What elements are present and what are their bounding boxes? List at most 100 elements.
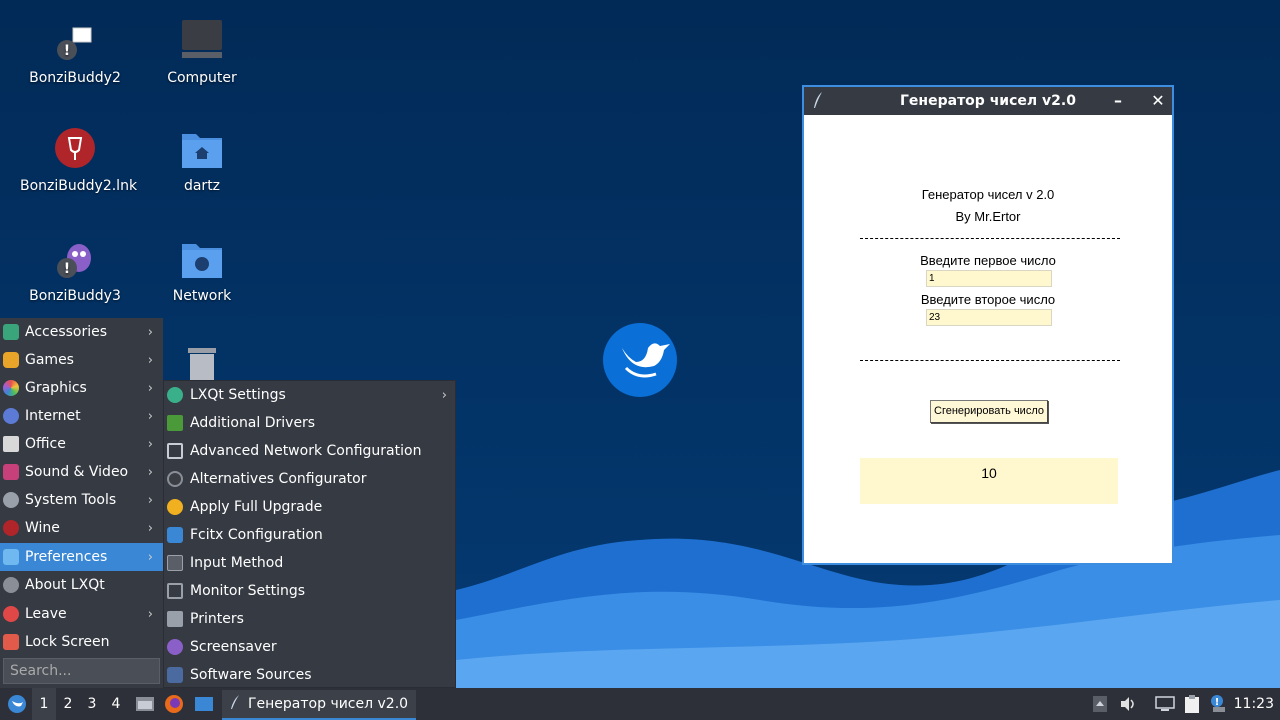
clipboard-tray-button[interactable] <box>1181 688 1203 720</box>
menu-item-games[interactable]: Games › <box>0 346 163 374</box>
update-notifier-button[interactable]: ! <box>1207 688 1229 720</box>
submenu-item-alternatives[interactable]: Alternatives Configurator <box>164 465 457 493</box>
first-number-input[interactable]: 1 <box>926 270 1052 287</box>
menu-item-sound-video[interactable]: Sound & Video › <box>0 458 163 486</box>
desktop-icon-label: dartz <box>183 178 221 194</box>
start-menu-button[interactable] <box>4 688 30 720</box>
desktop-icon <box>195 697 213 711</box>
generate-button[interactable]: Сгенерировать число <box>930 400 1048 423</box>
submenu-item-software-sources[interactable]: Software Sources <box>164 661 457 689</box>
taskbar-window-title: Генератор чисел v2.0 <box>248 696 409 712</box>
clock[interactable]: 11:23 <box>1234 688 1274 720</box>
submenu-item-apply-full-upgrade[interactable]: Apply Full Upgrade <box>164 493 457 521</box>
second-number-label: Введите второе число <box>920 292 1056 307</box>
submenu-item-label: Screensaver <box>190 639 277 655</box>
chevron-right-icon: › <box>147 352 153 368</box>
desktop-switch-2[interactable]: 2 <box>56 688 80 720</box>
clipboard-icon <box>1185 695 1199 713</box>
menu-search-input[interactable]: Search... <box>3 658 160 684</box>
second-number-input[interactable]: 23 <box>926 309 1052 326</box>
submenu-item-fcitx[interactable]: Fcitx Configuration <box>164 521 457 549</box>
menu-item-lock-screen[interactable]: Lock Screen <box>0 628 163 656</box>
internet-icon <box>3 408 19 424</box>
desktop-icon-label: Network <box>172 288 232 304</box>
info-icon <box>3 577 19 593</box>
submenu-item-screensaver[interactable]: Screensaver <box>164 633 457 661</box>
preferences-submenu[interactable]: LXQt Settings › Additional Drivers Advan… <box>163 380 456 688</box>
chevron-right-icon: › <box>147 520 153 536</box>
taskbar: 1 2 3 4 Генератор чисел v2.0 ! 11:23 <box>0 688 1280 720</box>
firefox-launcher[interactable] <box>162 688 186 720</box>
submenu-item-label: Alternatives Configurator <box>190 471 367 487</box>
svg-text:!: ! <box>64 261 70 277</box>
accessories-icon <box>3 324 19 340</box>
submenu-item-printers[interactable]: Printers <box>164 605 457 633</box>
chevron-right-icon: › <box>147 464 153 480</box>
keyboard-icon <box>167 555 183 571</box>
menu-item-label: About LXQt <box>25 577 105 593</box>
bonzi-icon: ! <box>57 244 91 278</box>
network-wired-icon <box>1155 696 1175 711</box>
menu-item-office[interactable]: Office › <box>0 430 163 458</box>
desktop-icon-bonzibuddy2-lnk[interactable]: BonziBuddy2.lnk <box>20 128 137 194</box>
separator <box>860 238 1120 239</box>
preferences-icon <box>3 549 19 565</box>
home-folder-icon <box>182 134 222 168</box>
menu-item-preferences[interactable]: Preferences › <box>0 543 163 571</box>
feather-icon <box>230 694 240 714</box>
firefox-icon <box>165 695 183 713</box>
submenu-item-lxqt-settings[interactable]: LXQt Settings › <box>164 381 457 409</box>
number-generator-window[interactable]: Генератор чисел v2.0 – ✕ Генератор чисел… <box>802 85 1174 565</box>
chevron-up-icon <box>1093 696 1107 712</box>
menu-item-leave[interactable]: Leave › <box>0 600 163 628</box>
wine-icon <box>3 520 19 536</box>
desktop-icon-bonzibuddy3[interactable]: ! BonziBuddy3 <box>20 238 130 304</box>
menu-item-internet[interactable]: Internet › <box>0 402 163 430</box>
chevron-right-icon: › <box>147 492 153 508</box>
chevron-right-icon: › <box>441 387 447 403</box>
file-manager-launcher[interactable] <box>133 688 157 720</box>
volume-button[interactable] <box>1118 688 1138 720</box>
desktop-switch-3[interactable]: 3 <box>80 688 104 720</box>
desktop-icon-bonzibuddy2[interactable]: ! BonziBuddy2 <box>20 20 130 86</box>
tray-expand-button[interactable] <box>1090 688 1110 720</box>
menu-item-label: Internet <box>25 408 81 424</box>
submenu-item-monitor-settings[interactable]: Monitor Settings <box>164 577 457 605</box>
menu-item-label: Sound & Video <box>25 464 129 480</box>
submenu-item-label: Printers <box>190 611 244 627</box>
submenu-item-input-method[interactable]: Input Method <box>164 549 457 577</box>
desktop-switch-1[interactable]: 1 <box>32 688 56 720</box>
lubuntu-logo-icon <box>603 323 677 397</box>
chevron-right-icon: › <box>147 408 153 424</box>
menu-item-about-lxqt[interactable]: About LXQt <box>0 571 163 599</box>
menu-item-graphics[interactable]: Graphics › <box>0 374 163 402</box>
desktop-icon-computer[interactable]: Computer <box>147 20 257 86</box>
network-config-icon <box>167 443 183 459</box>
show-desktop-button[interactable] <box>192 688 216 720</box>
chevron-right-icon: › <box>147 549 153 565</box>
screensaver-icon <box>167 639 183 655</box>
submenu-item-advanced-network[interactable]: Advanced Network Configuration <box>164 437 457 465</box>
main-menu[interactable]: Accessories › Games › Graphics › Interne… <box>0 318 163 688</box>
desktop-icon-dartz[interactable]: dartz <box>147 128 257 194</box>
chevron-right-icon: › <box>147 380 153 396</box>
taskbar-window-button[interactable]: Генератор чисел v2.0 <box>222 690 416 720</box>
lubuntu-start-icon <box>8 695 26 713</box>
system-tools-icon <box>3 492 19 508</box>
menu-item-wine[interactable]: Wine › <box>0 514 163 542</box>
submenu-item-label: Apply Full Upgrade <box>190 499 323 515</box>
close-button[interactable]: ✕ <box>1146 89 1170 113</box>
desktop-icon-network[interactable]: Network <box>147 238 257 304</box>
submenu-item-label: LXQt Settings <box>190 387 286 403</box>
desktop-switch-4[interactable]: 4 <box>104 688 128 720</box>
menu-item-system-tools[interactable]: System Tools › <box>0 486 163 514</box>
window-titlebar[interactable]: Генератор чисел v2.0 – ✕ <box>804 87 1172 115</box>
menu-item-accessories[interactable]: Accessories › <box>0 318 163 346</box>
upgrade-icon <box>167 499 183 515</box>
games-icon <box>3 352 19 368</box>
chevron-right-icon: › <box>147 324 153 340</box>
minimize-button[interactable]: – <box>1106 89 1130 113</box>
network-tray-button[interactable] <box>1154 688 1176 720</box>
submenu-item-additional-drivers[interactable]: Additional Drivers <box>164 409 457 437</box>
result-display: 10 <box>860 458 1118 504</box>
